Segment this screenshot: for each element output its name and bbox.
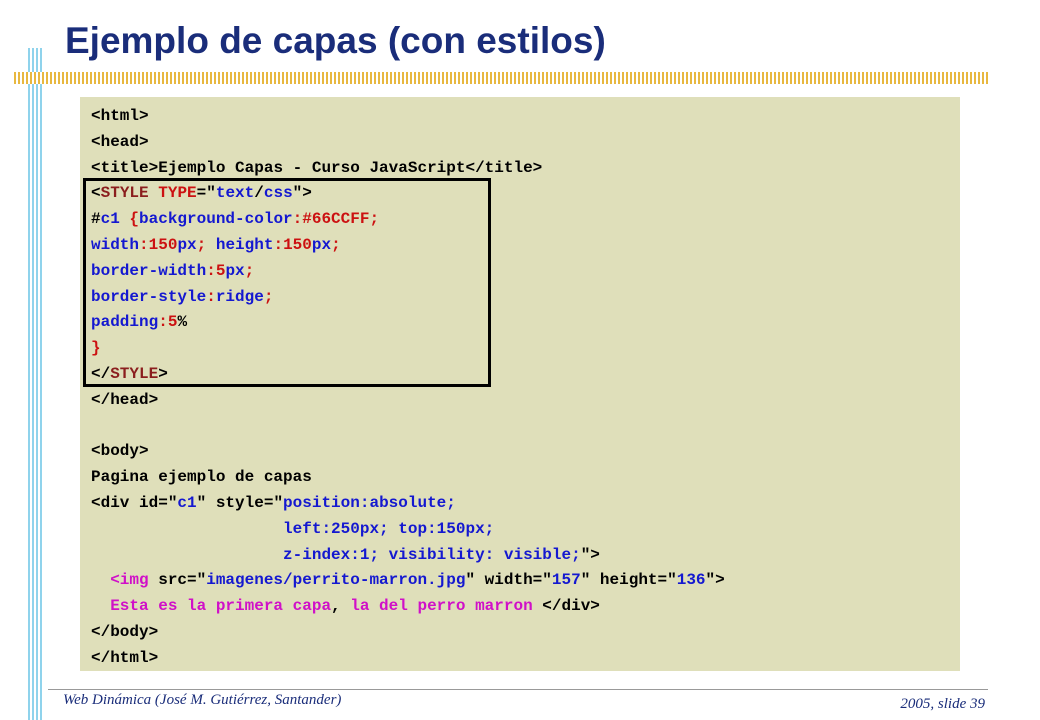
code-token: </body> [91,622,159,641]
code-token: z-index:1; visibility: visible; [283,545,581,564]
slide-title: Ejemplo de capas (con estilos) [65,20,606,61]
code-token: </title> [465,158,543,177]
code-token: Esta es la primera capa [110,597,332,616]
code-token: Pagina ejemplo de capas [91,468,312,487]
code-line: <head> [91,130,725,156]
style-highlight-box [83,178,491,387]
code-token: left:250px; top:150px; [283,519,495,538]
code-token: <img [110,571,149,590]
code-line: <html> [91,104,725,130]
code-token: la del perro marron [350,597,533,616]
code-token: <body> [91,442,149,461]
code-line: Pagina ejemplo de capas [91,465,725,491]
code-token: src=" [148,571,207,590]
code-token: " style=" [196,493,284,512]
code-token: <title> [91,158,159,177]
code-token: 136 [676,571,706,590]
code-line: <body> [91,439,725,465]
code-token: 157 [551,571,581,590]
code-token: "> [705,571,725,590]
code-token: </head> [91,390,159,409]
code-line: <img src="imagenes/perrito-marron.jpg" w… [91,568,725,594]
code-token: imagenes/perrito-marron.jpg [206,571,466,590]
code-line: left:250px; top:150px; [91,517,725,543]
code-token: <head> [91,132,149,151]
code-line: </body> [91,620,725,646]
code-token: </div> [532,597,600,616]
code-line: </html> [91,646,725,672]
decorative-vertical-bar [28,48,42,720]
code-token: <div id=" [91,493,178,512]
code-line: </head> [91,388,725,414]
code-token: " width=" [465,571,552,590]
code-token: " height=" [580,571,677,590]
decorative-horizontal-rule [14,72,990,84]
code-token: "> [580,545,600,564]
code-token: </html> [91,648,159,667]
code-token: c1 [177,493,197,512]
code-token: Ejemplo Capas - Curso JavaScript [158,158,466,177]
footer-author: Web Dinámica (José M. Gutiérrez, Santand… [63,692,342,708]
footer-divider [48,689,988,690]
code-token: , [331,597,351,616]
code-token: position:absolute; [283,493,456,512]
code-line: Esta es la primera capa, la del perro ma… [91,594,725,620]
code-token: <html> [91,107,149,125]
code-line: <div id="c1" style="position:absolute; [91,491,725,517]
code-line: z-index:1; visibility: visible;"> [91,543,725,569]
footer-slide-number: 2005, slide 39 [900,696,985,712]
